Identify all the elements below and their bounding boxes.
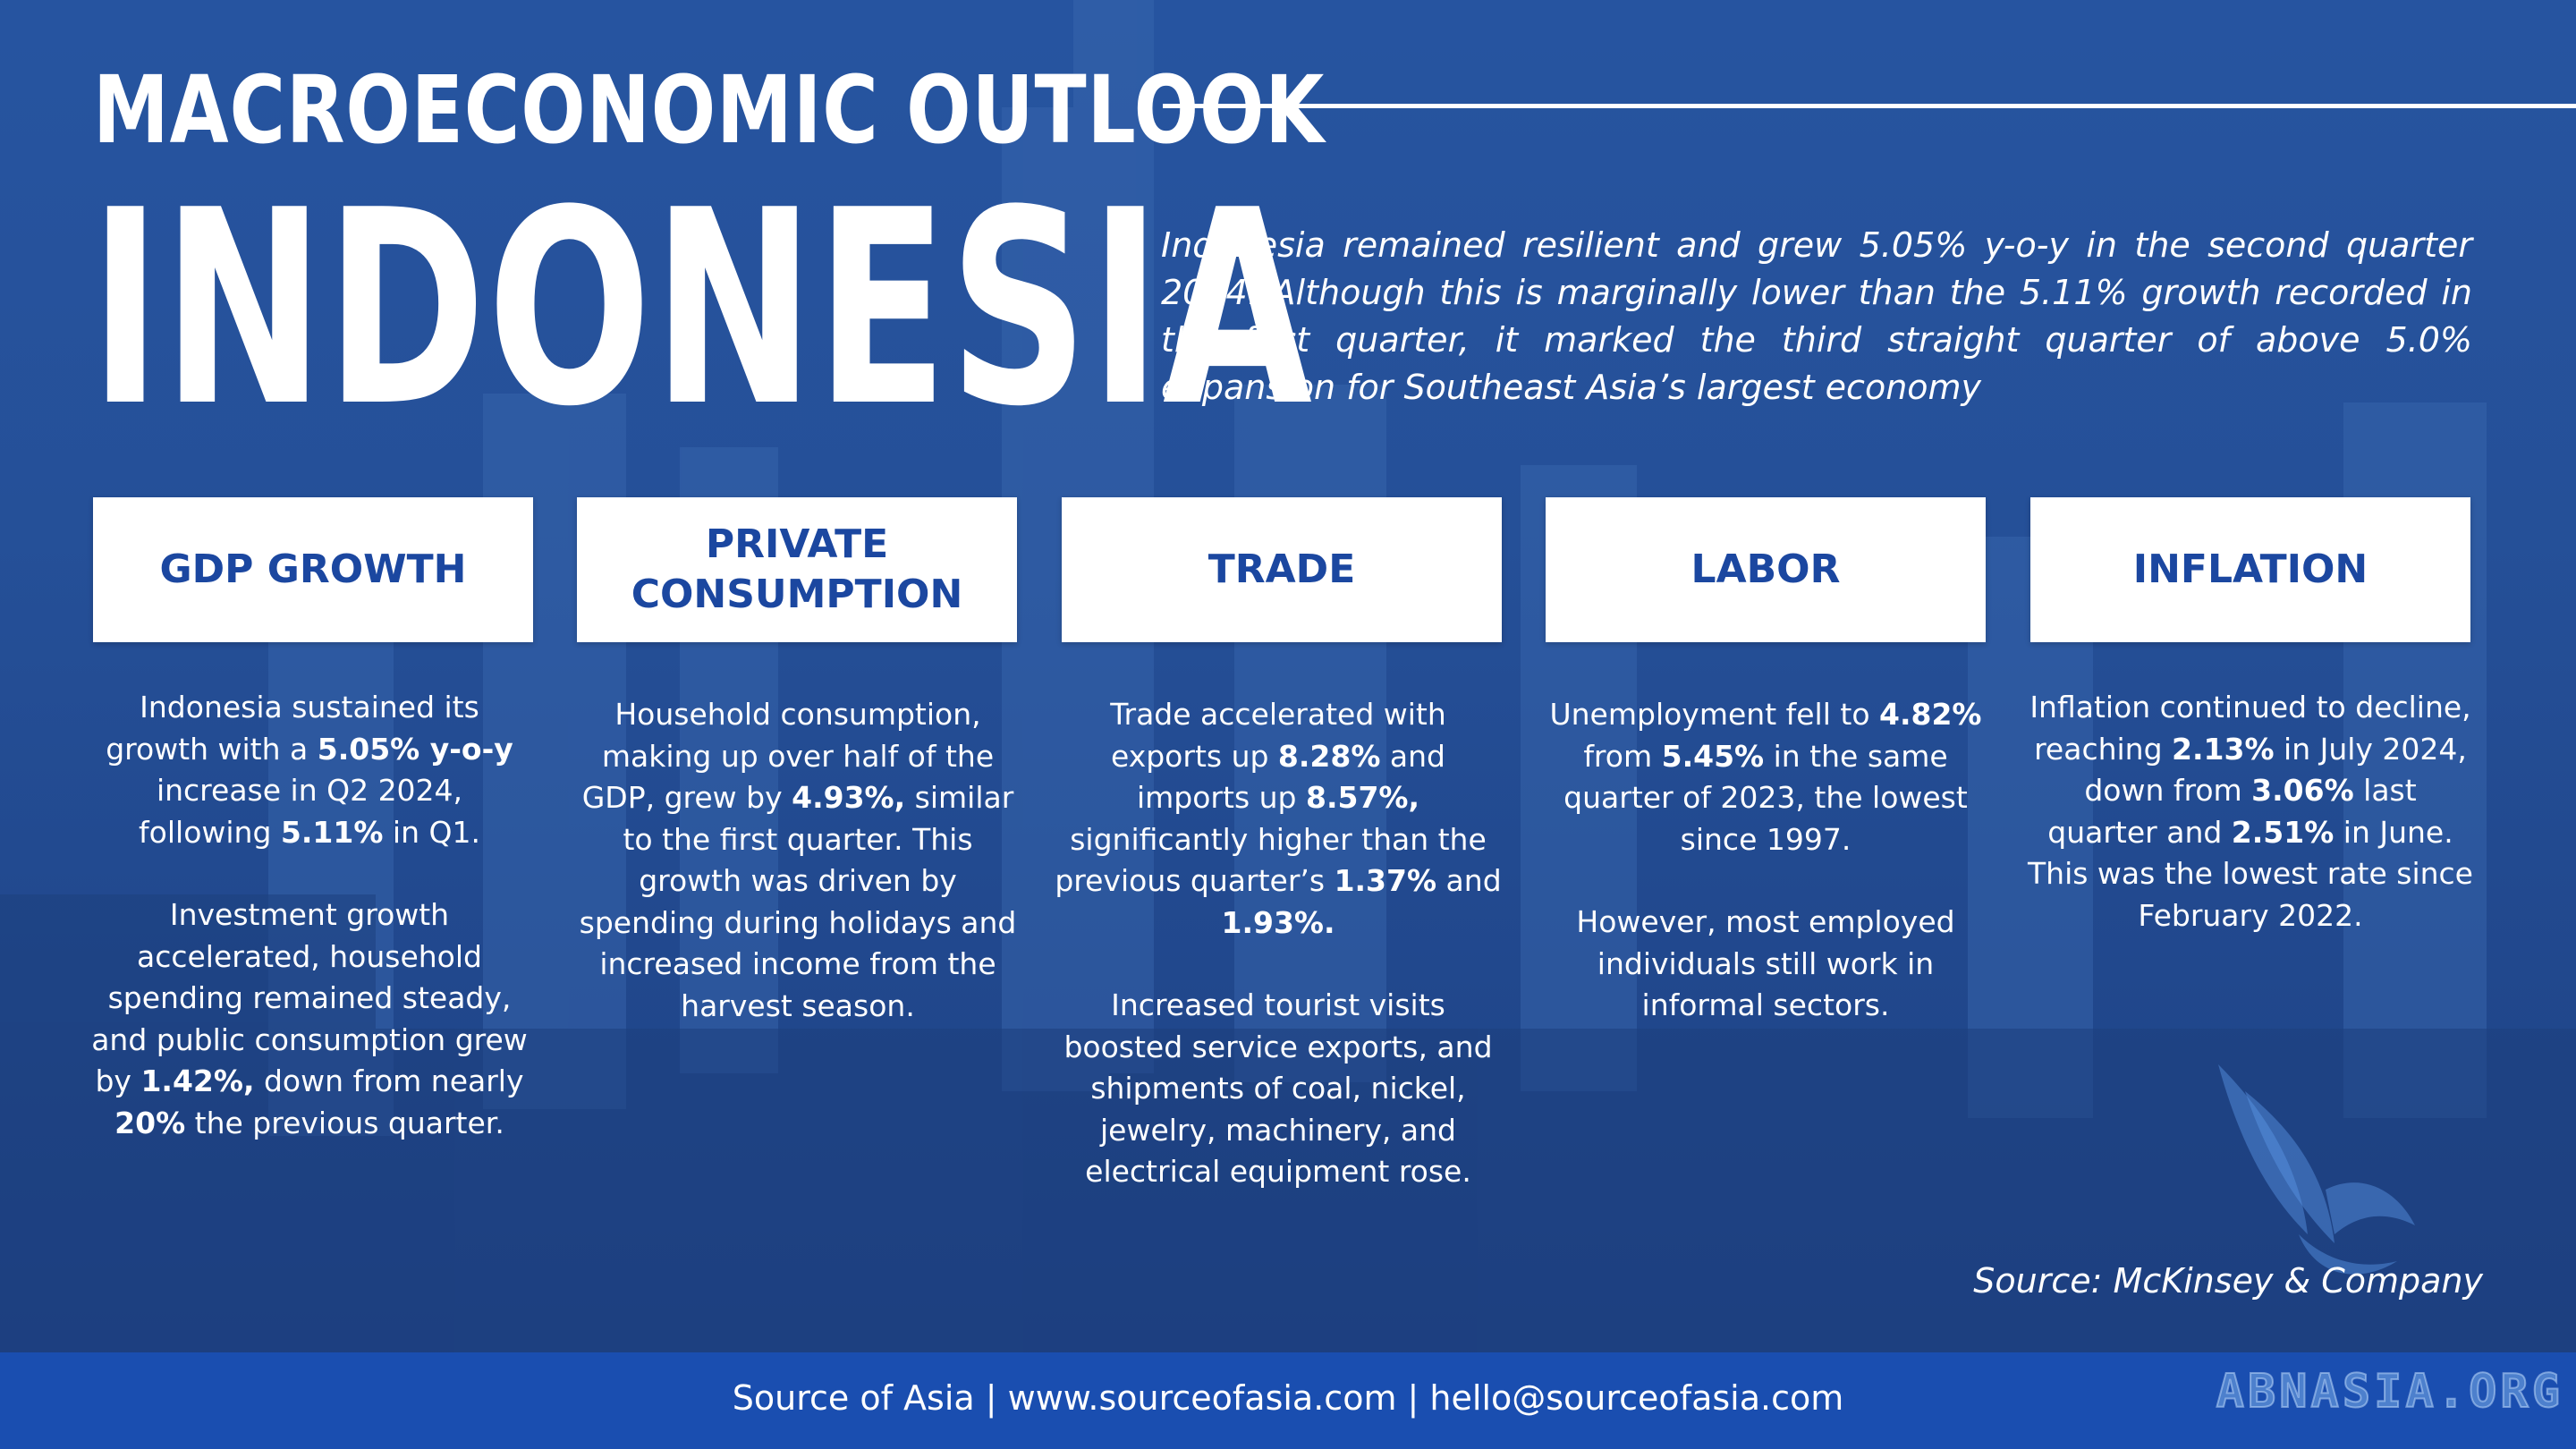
footer-contact: Source of Asia | www.sourceofasia.com | … [732,1378,1844,1418]
highlight-value: 1.93%. [1221,904,1335,940]
column-labor: Unemployment fell to 4.82% from 5.45% in… [1542,694,1989,1068]
watermark: ABNASIA.ORG [2216,1364,2563,1419]
column-paragraph: However, most employed individuals still… [1576,904,1955,1022]
highlight-value: 4.93%, [792,780,906,815]
column-paragraph: Investment growth accelerated, household… [91,897,528,1140]
highlight-value: 1.37% [1334,863,1437,898]
intro-paragraph: Indonesia remained resilient and grew 5.… [1161,225,2472,407]
highlight-value: 3.06% [2251,773,2354,808]
column-paragraph: Trade accelerated with exports up 8.28% … [1055,697,1502,940]
column-inflation: Inflation continued to decline, reaching… [2027,687,2474,978]
highlight-value: 8.28% [1277,738,1381,774]
highlight-value: 2.13% [2172,731,2275,767]
column-paragraph: Increased tourist visits boosted service… [1063,987,1493,1189]
card-private-consumption: PRIVATE CONSUMPTION [577,497,1017,642]
eagle-logo-icon [2218,1064,2415,1275]
card-label: GDP GROWTH [159,547,467,592]
card-label: LABOR [1690,547,1841,592]
card-gdp-growth: GDP GROWTH [93,497,533,642]
highlight-value: 2.51% [2231,814,2334,850]
card-labor: LABOR [1546,497,1986,642]
page-title: INDONESIA [89,153,1314,465]
column-paragraph: Household consumption, making up over ha… [579,697,1017,1023]
highlight-value: 8.57%, [1305,780,1420,815]
column-gdp-growth: Indonesia sustained its growth with a 5.… [86,687,533,1185]
highlight-value: 5.45% [1661,738,1765,774]
column-paragraph: Inflation continued to decline, reaching… [2028,690,2473,933]
column-paragraph: Unemployment fell to 4.82% from 5.45% in… [1549,697,1982,857]
highlight-value: 4.82% [1879,697,1982,732]
highlight-value: 20% [114,1105,186,1140]
card-trade: TRADE [1062,497,1502,642]
source-citation: Source: McKinsey & Company [1973,1261,2483,1301]
page-subtitle: MACROECONOMIC OUTLOOK [93,55,1326,165]
card-label: INFLATION [2132,547,2368,592]
card-label: PRIVATE CONSUMPTION [631,521,963,617]
column-trade: Trade accelerated with exports up 8.28% … [1055,694,1502,1234]
card-label: TRADE [1208,547,1356,592]
highlight-value: 5.05% y-o-y [317,731,513,767]
column-private-consumption: Household consumption, making up over ha… [574,694,1021,1068]
card-inflation: INFLATION [2030,497,2470,642]
column-paragraph: Indonesia sustained its growth with a 5.… [106,690,513,850]
divider-line [1163,104,2576,108]
highlight-value: 5.11% [280,814,384,850]
highlight-value: 1.42%, [140,1063,255,1098]
